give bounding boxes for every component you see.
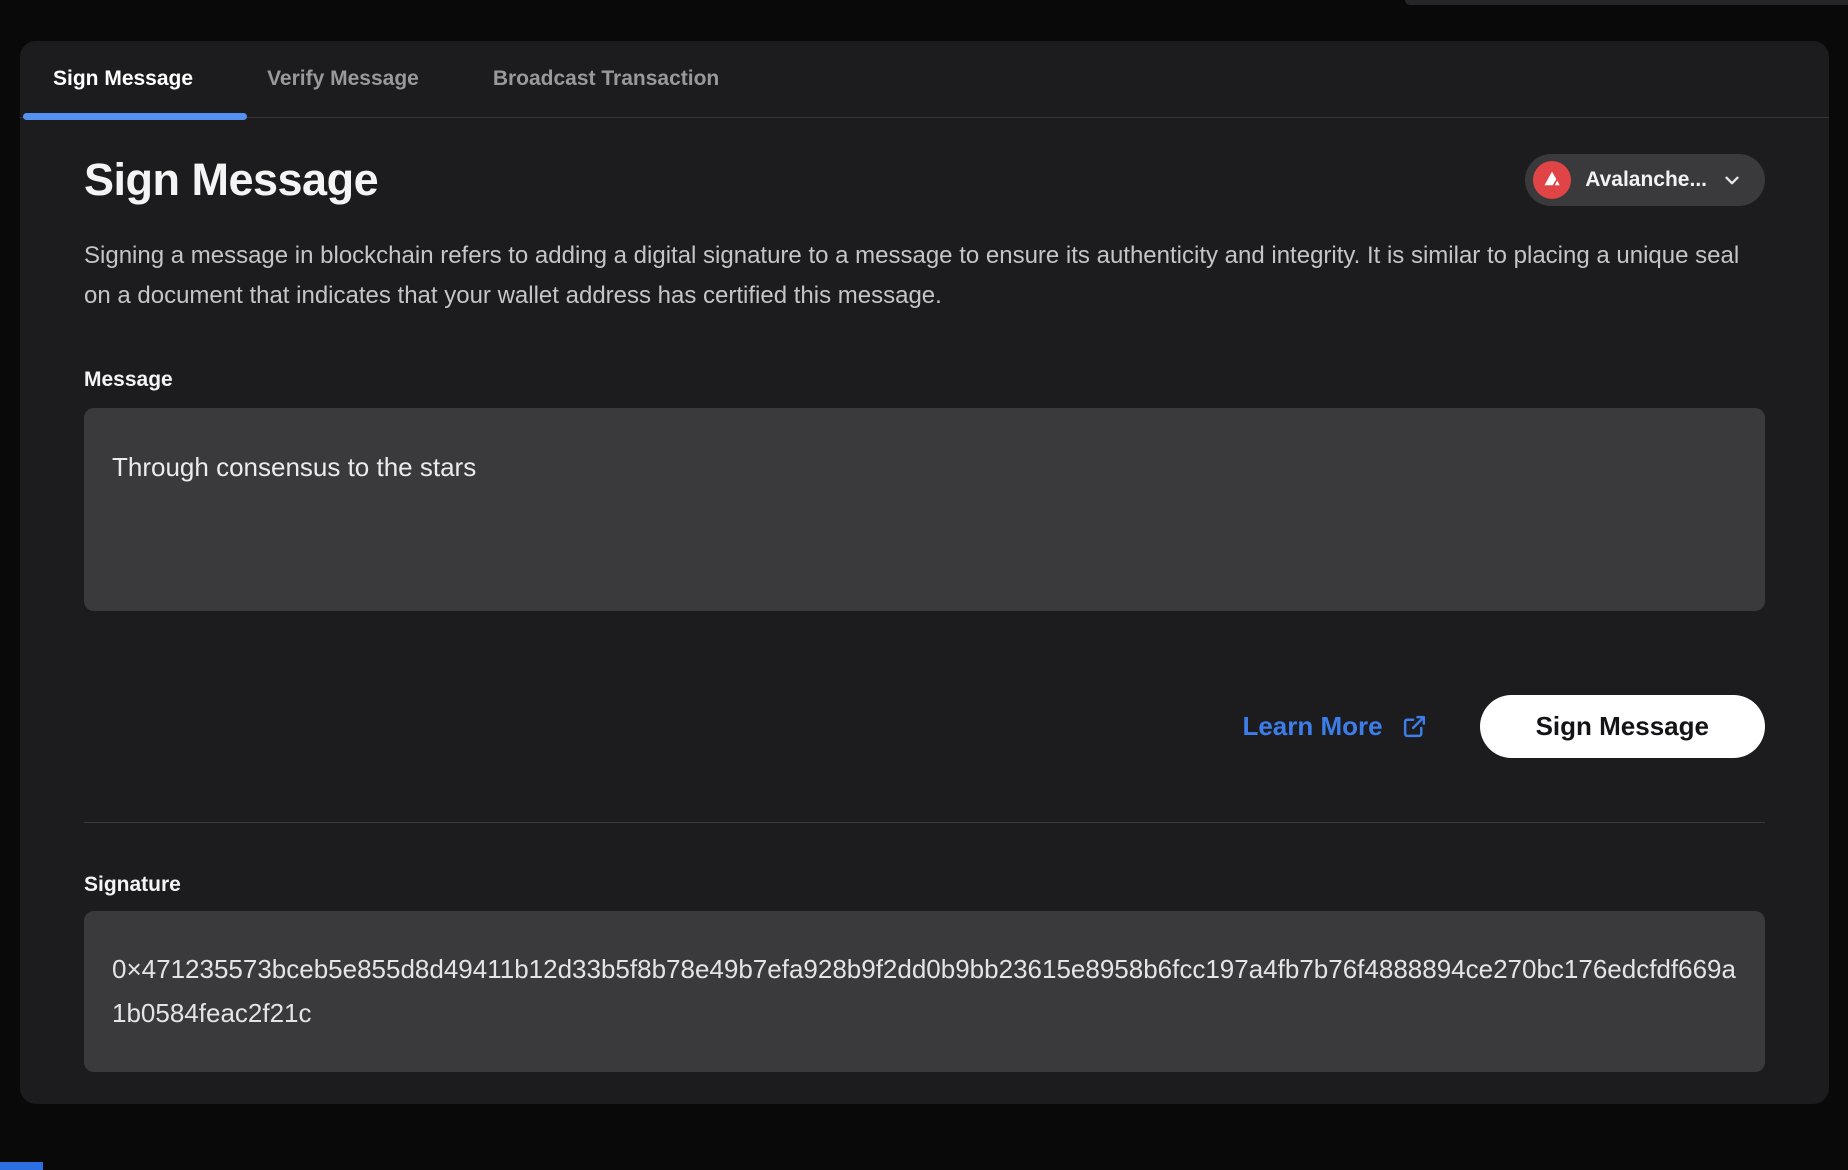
tab-bar: Sign Message Verify Message Broadcast Tr…	[20, 41, 1829, 118]
page-description: Signing a message in blockchain refers t…	[84, 236, 1765, 316]
learn-more-link[interactable]: Learn More	[1242, 711, 1427, 742]
external-link-icon	[1401, 713, 1428, 740]
header-row: Sign Message Avalanche...	[84, 154, 1765, 206]
message-label: Message	[84, 368, 1765, 392]
bottom-left-status-accent	[0, 1162, 43, 1170]
sign-message-card: Sign Message Verify Message Broadcast Tr…	[20, 41, 1829, 1104]
tab-broadcast-transaction[interactable]: Broadcast Transaction	[493, 67, 719, 91]
signature-output[interactable]: 0×471235573bceb5e855d8d49411b12d33b5f8b7…	[84, 911, 1765, 1072]
actions-row: Learn More Sign Message	[84, 695, 1765, 758]
network-selector-label: Avalanche...	[1585, 168, 1707, 192]
tab-verify-message[interactable]: Verify Message	[267, 67, 419, 91]
signature-label: Signature	[84, 873, 1765, 897]
page-title: Sign Message	[84, 154, 378, 206]
chevron-down-icon	[1721, 169, 1743, 191]
learn-more-label: Learn More	[1242, 711, 1382, 742]
card-content: Sign Message Avalanche... Signing a mess…	[20, 154, 1829, 1072]
section-divider	[84, 822, 1765, 823]
message-input[interactable]: Through consensus to the stars	[84, 408, 1765, 611]
sign-message-button[interactable]: Sign Message	[1480, 695, 1765, 758]
tab-sign-message[interactable]: Sign Message	[53, 67, 193, 91]
active-tab-indicator	[23, 113, 247, 120]
network-selector[interactable]: Avalanche...	[1525, 154, 1765, 206]
top-right-toolbar-edge	[1405, 0, 1848, 5]
avalanche-logo-icon	[1533, 161, 1571, 199]
